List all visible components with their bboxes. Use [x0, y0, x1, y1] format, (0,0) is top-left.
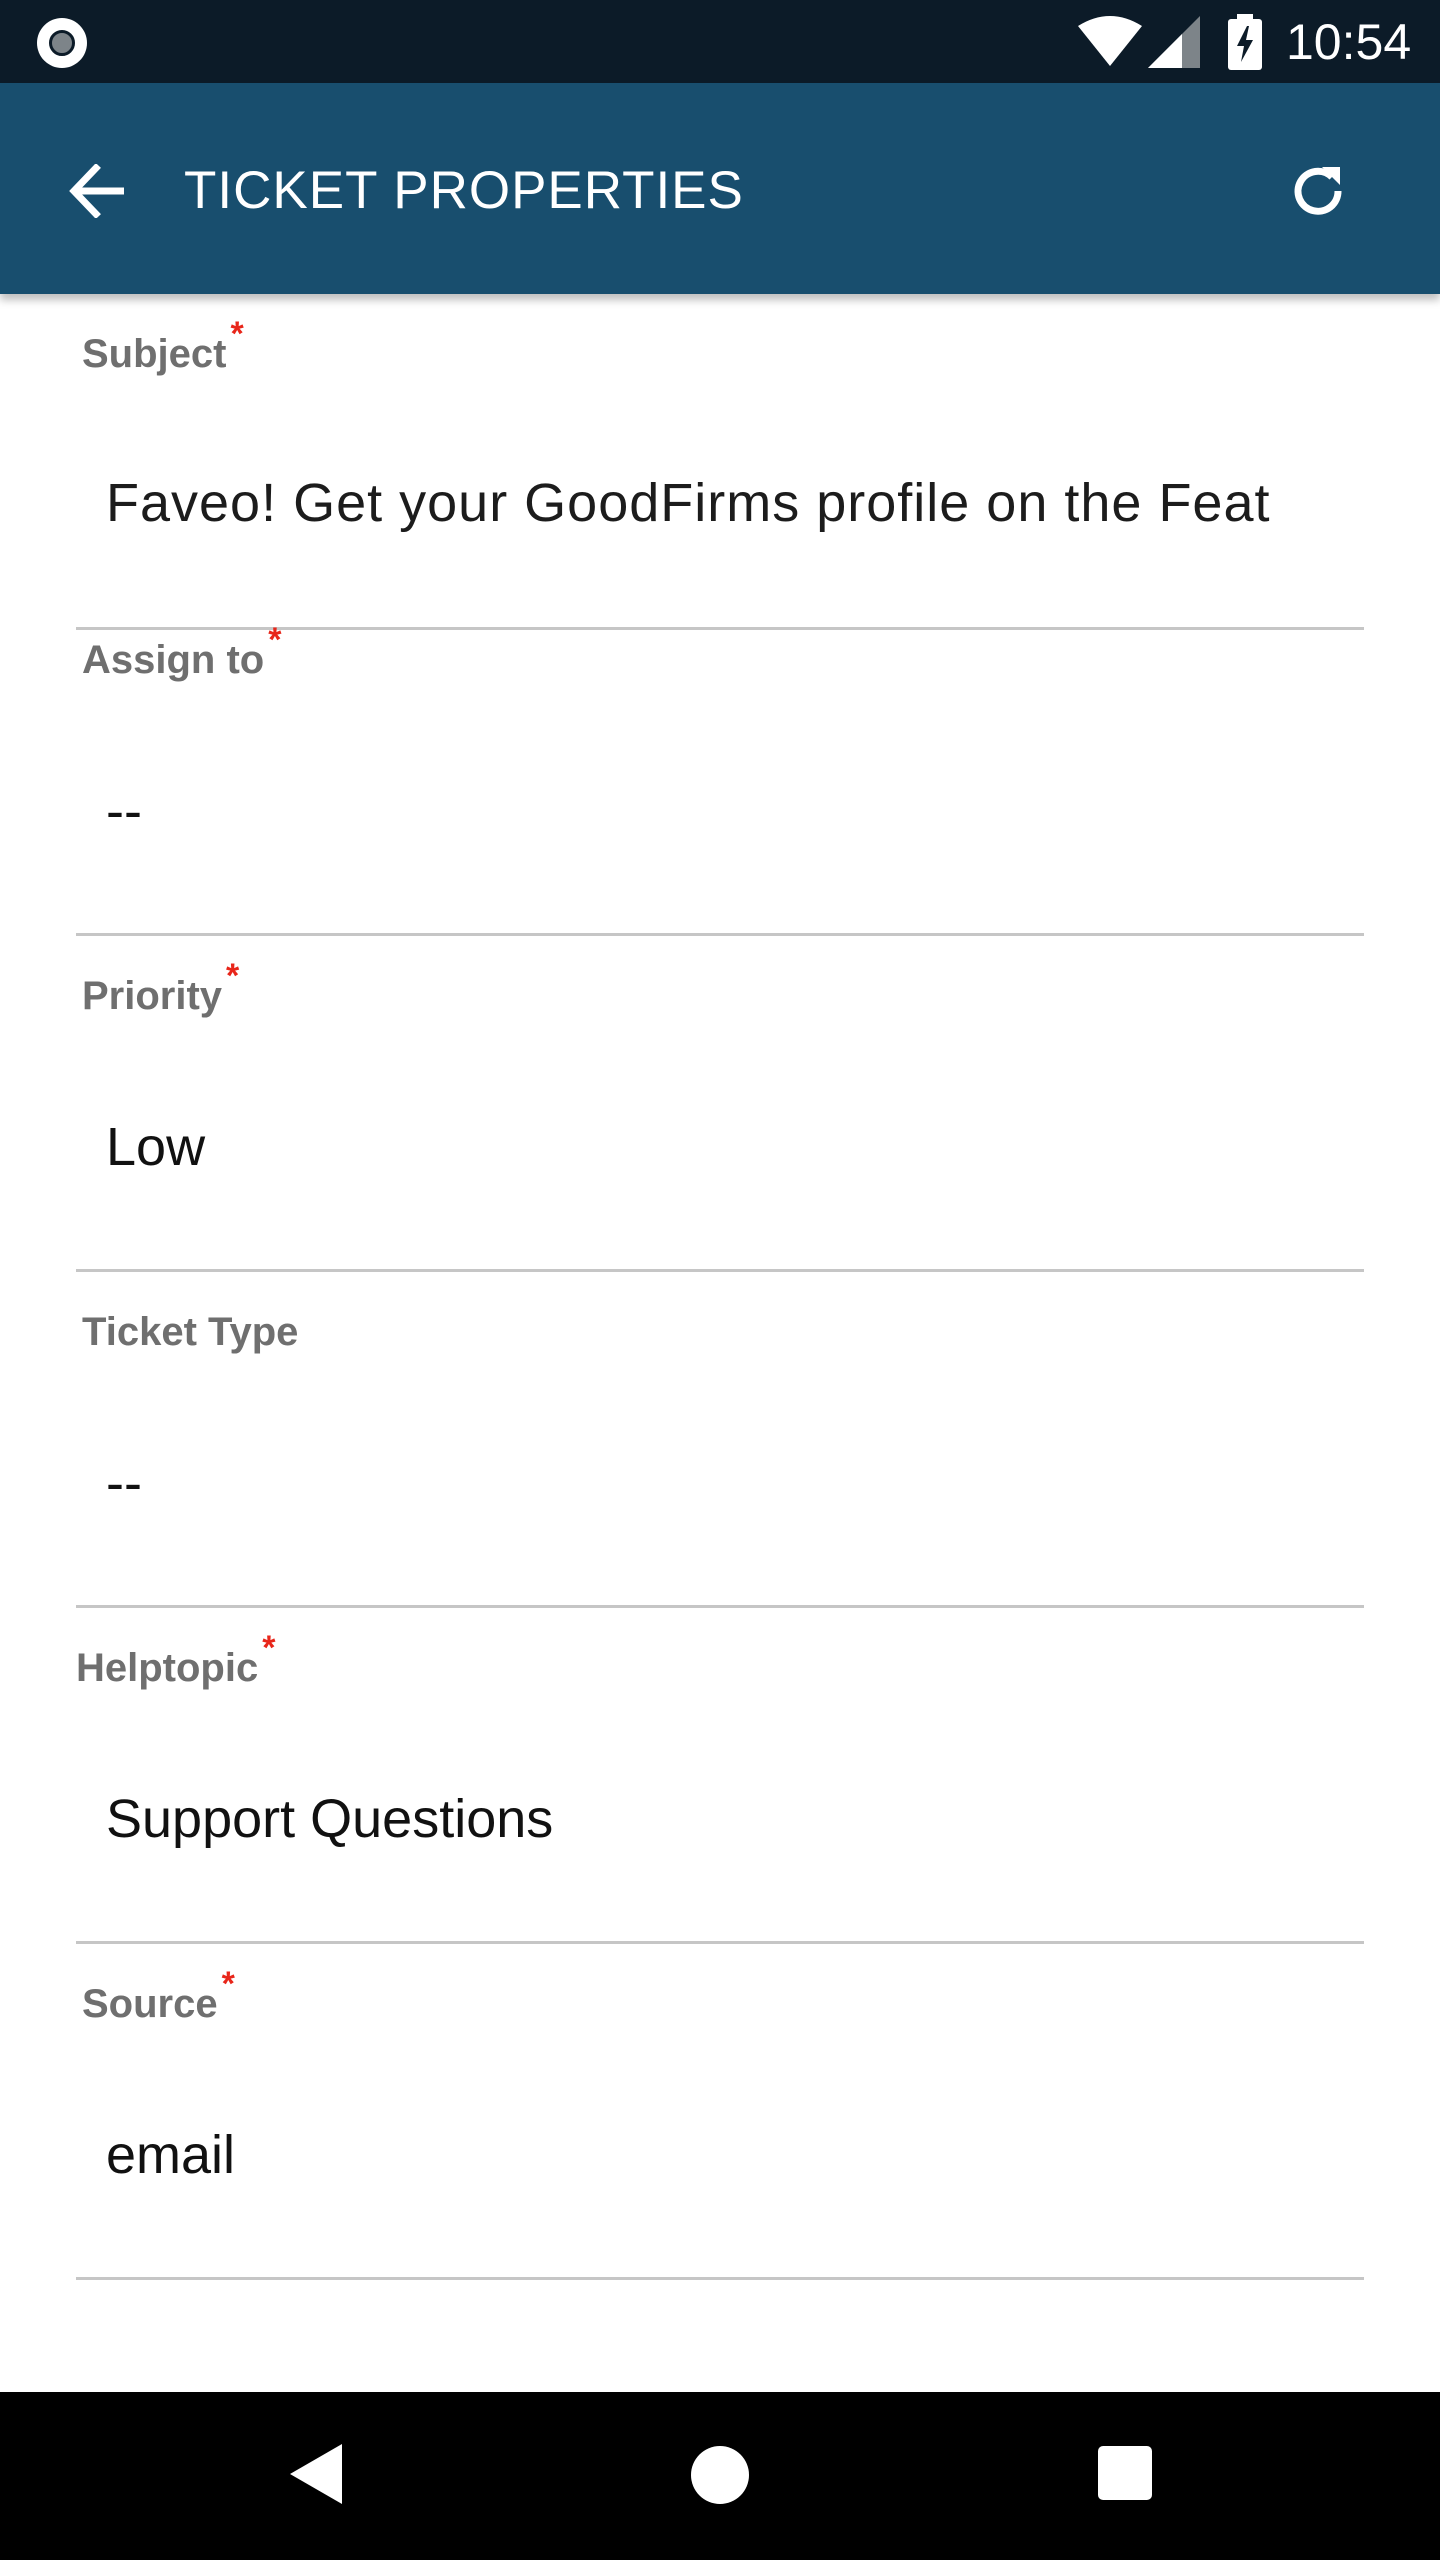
app-bar: TICKET PROPERTIES [0, 83, 1440, 294]
refresh-button[interactable] [1278, 151, 1358, 231]
required-marker: * [268, 621, 282, 659]
status-bar: 10:54 [0, 0, 1440, 83]
nav-recents-icon[interactable] [1098, 2446, 1152, 2500]
helptopic-select[interactable]: Support Questions [106, 1788, 1364, 1850]
source-field[interactable]: Source * email [76, 1944, 1364, 2280]
wifi-icon [1078, 16, 1142, 66]
arrow-left-icon [69, 164, 124, 218]
assign-to-field[interactable]: Assign to * -- [76, 600, 1364, 936]
refresh-icon [1294, 167, 1342, 215]
ticket-properties-form: Subject * Faveo! Get your GoodFirms profi… [0, 294, 1440, 2392]
field-label: Source * [82, 1965, 235, 2026]
field-label: Priority * [82, 957, 240, 1018]
field-label: Assign to * [82, 621, 282, 682]
page-title: TICKET PROPERTIES [184, 161, 744, 220]
system-nav-bar [0, 2392, 1440, 2560]
source-select[interactable]: email [106, 2124, 1364, 2186]
subject-input[interactable]: Faveo! Get your GoodFirms profile on the… [106, 472, 1364, 534]
status-time: 10:54 [1286, 14, 1412, 70]
nav-back-icon[interactable] [288, 2442, 344, 2506]
helptopic-field[interactable]: Helptopic * Support Questions [76, 1608, 1364, 1944]
priority-field[interactable]: Priority * Low [76, 936, 1364, 1272]
field-label: Ticket Type [82, 1310, 299, 1354]
nav-home-icon[interactable] [691, 2446, 749, 2504]
back-button[interactable] [58, 151, 138, 231]
required-marker: * [221, 1965, 235, 2003]
required-marker: * [262, 1629, 276, 1667]
screen-record-icon [37, 18, 87, 68]
field-label: Helptopic * [76, 1629, 276, 1690]
assign-to-select[interactable]: -- [106, 780, 1364, 842]
priority-select[interactable]: Low [106, 1116, 1364, 1178]
battery-charging-icon [1228, 14, 1262, 70]
required-marker: * [230, 315, 244, 353]
signal-icon [1148, 16, 1200, 68]
required-marker: * [226, 957, 240, 995]
subject-field[interactable]: Subject * Faveo! Get your GoodFirms profi… [76, 294, 1364, 630]
ticket-type-select[interactable]: -- [106, 1452, 1364, 1514]
field-label: Subject * [82, 315, 244, 376]
ticket-type-field[interactable]: Ticket Type -- [76, 1272, 1364, 1608]
